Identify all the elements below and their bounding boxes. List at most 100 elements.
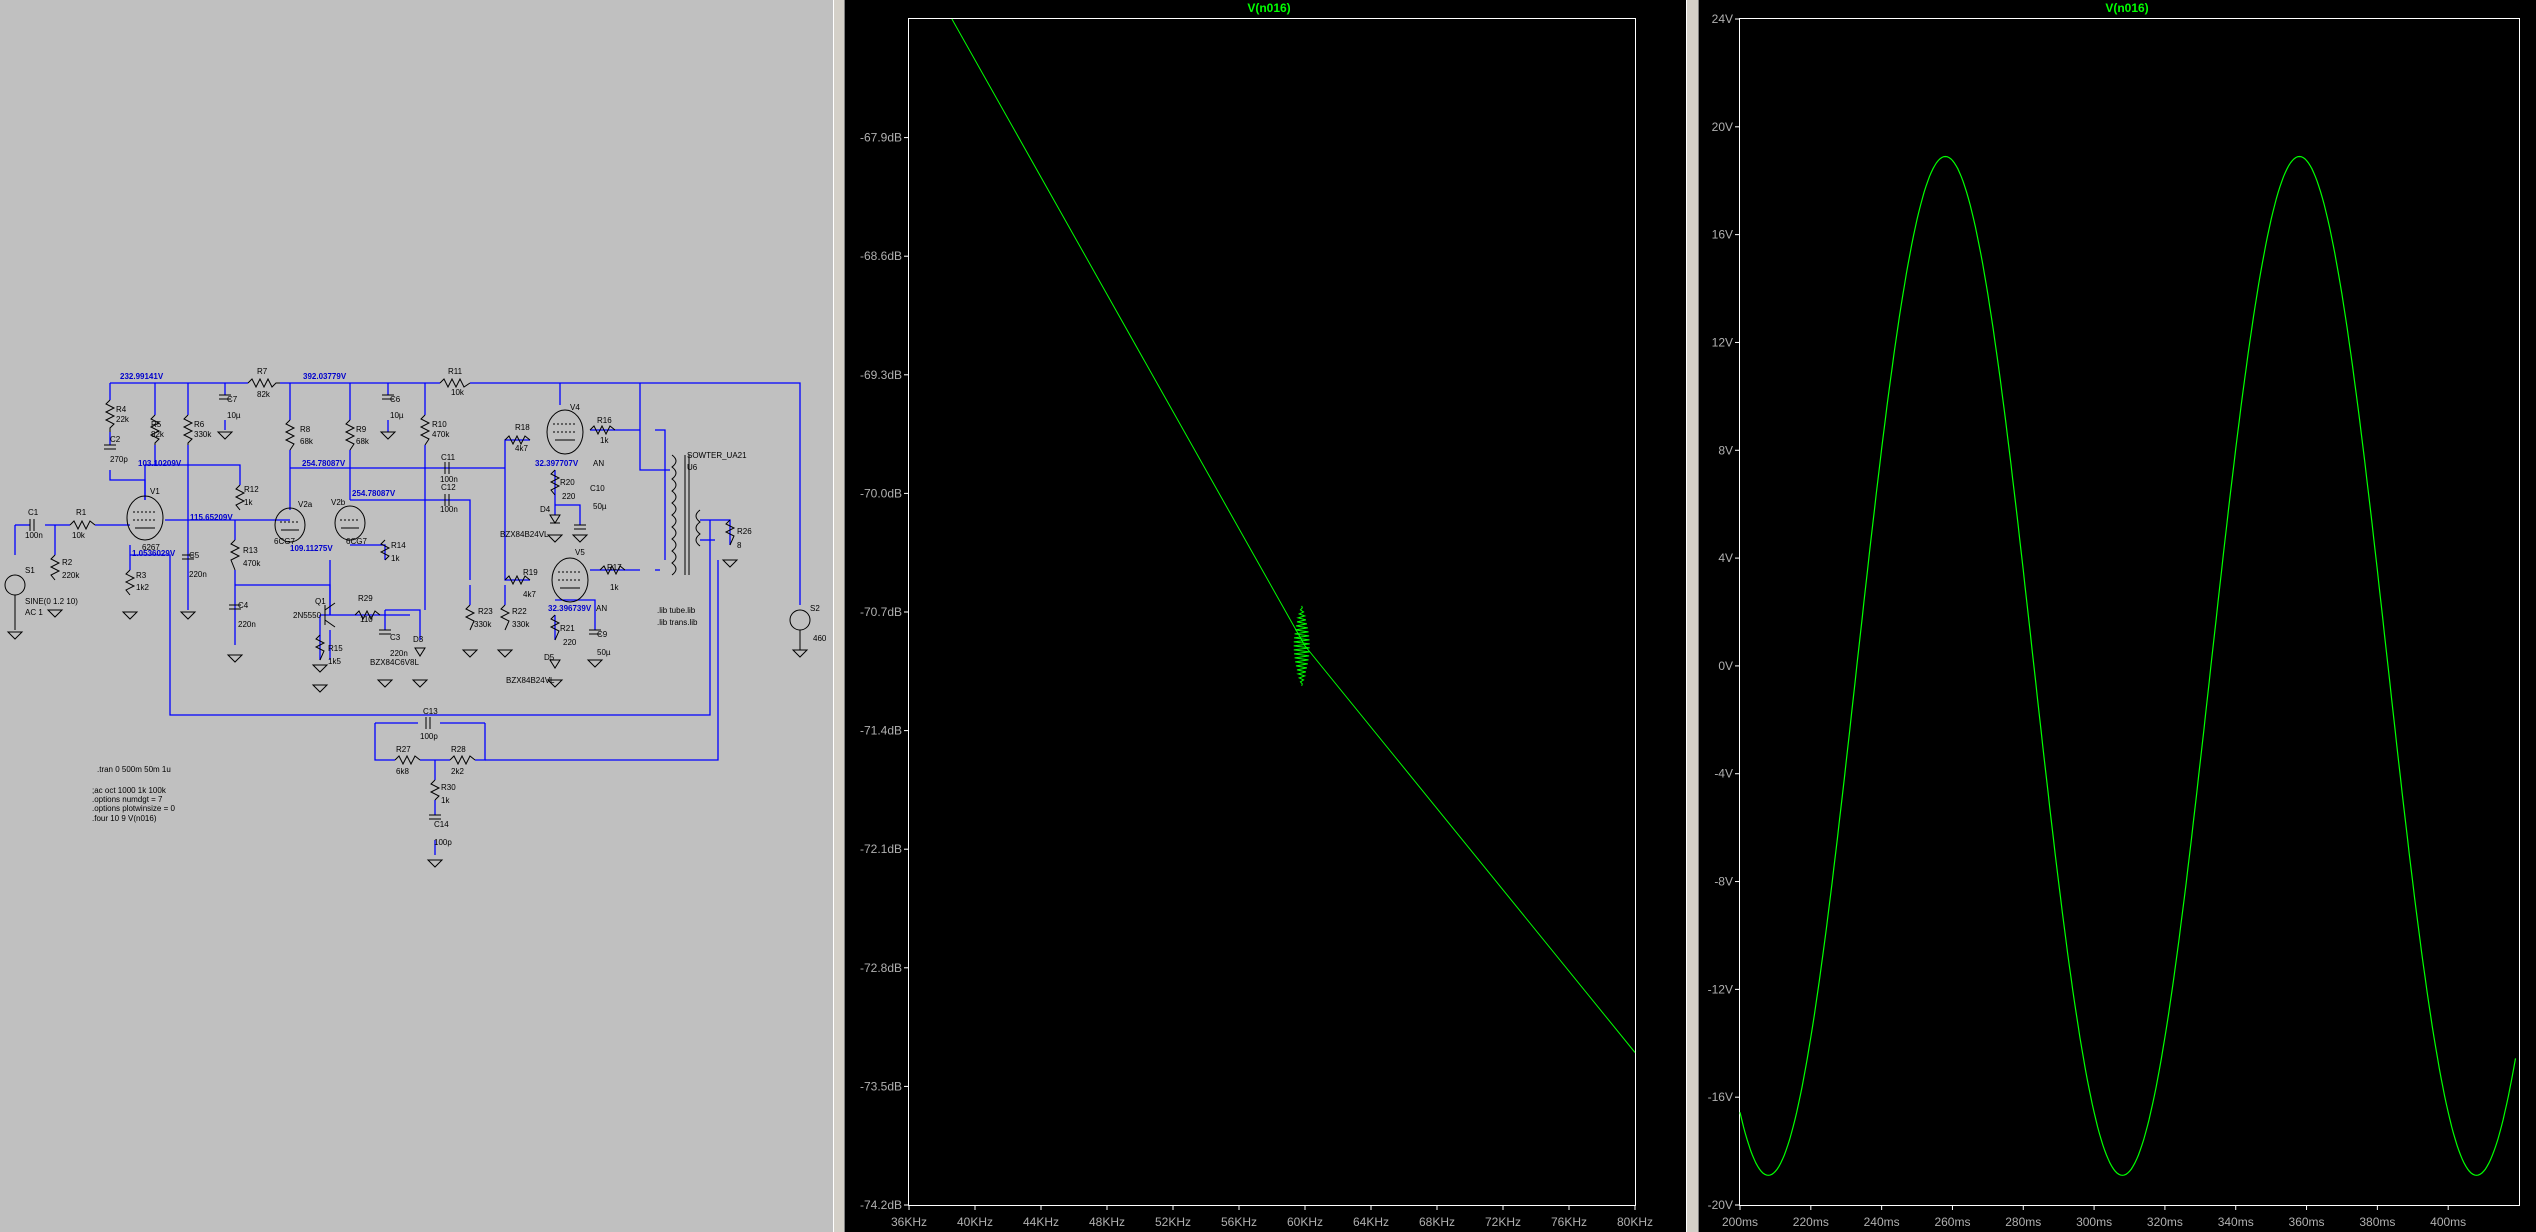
svg-text:82k: 82k (151, 430, 165, 439)
svg-text:R15: R15 (328, 644, 343, 653)
x-tick-label: 340ms (2218, 1215, 2254, 1229)
y-axis-ticks: -67.9dB -68.6dB -69.3dB -70.0dB -70.7dB -71.4… (860, 131, 909, 1212)
svg-text:V4: V4 (570, 403, 580, 412)
svg-text:R21: R21 (560, 624, 575, 633)
svg-text:470k: 470k (432, 430, 450, 439)
svg-text:C11: C11 (441, 453, 456, 462)
device-labels: V1 6267 V2a 6CG7 V2b 6CG7 V4 V5 AN AN Q1… (25, 403, 827, 685)
svg-text:S2: S2 (810, 604, 820, 613)
svg-text:C5: C5 (189, 551, 200, 560)
svg-text:R11: R11 (448, 367, 463, 376)
svg-text:R2: R2 (62, 558, 73, 567)
tran-plot-canvas[interactable]: V(n016) 24V 20V 16V 12V 8V 4V 0V -4V -8V -12V -16V… (1699, 0, 2536, 1232)
plot-title[interactable]: V(n016) (2105, 1, 2148, 15)
tran-plot-pane[interactable]: V(n016) 24V 20V 16V 12V 8V 4V 0V -4V -8V -12V -16V… (1699, 0, 2536, 1232)
spice-directives[interactable]: .tran 0 500m 50m 1u ;ac oct 1000 1k 100k… (92, 765, 175, 823)
y-tick-label: 24V (1712, 12, 1733, 26)
y-tick-label: -71.4dB (860, 724, 902, 738)
svg-text:100p: 100p (420, 732, 438, 741)
x-tick-label: 240ms (1864, 1215, 1900, 1229)
x-tick-label: 36KHz (891, 1215, 927, 1229)
x-tick-label: 72KHz (1485, 1215, 1521, 1229)
svg-text:6k8: 6k8 (396, 767, 409, 776)
x-axis-ticks: 200ms 220ms 240ms 260ms 280ms 300ms 320ms 340ms… (1722, 1205, 2466, 1229)
svg-text:10µ: 10µ (390, 411, 404, 420)
y-tick-label: 8V (1718, 443, 1733, 457)
directive-line: .four 10 9 V(n016) (92, 814, 157, 823)
node-voltage: 232.99141V (120, 372, 164, 381)
svg-text:BZX84B24VL: BZX84B24VL (506, 676, 555, 685)
pane-splitter[interactable] (833, 0, 845, 1232)
svg-text:10k: 10k (72, 531, 86, 540)
schematic-resistors (49, 377, 736, 801)
svg-text:22k: 22k (116, 415, 130, 424)
svg-text:1k: 1k (244, 498, 253, 507)
svg-text:4k7: 4k7 (523, 590, 536, 599)
y-tick-label: -74.2dB (860, 1198, 902, 1212)
transformer-symbol (671, 454, 701, 576)
plot-frame (1739, 18, 2520, 1206)
y-tick-label: 20V (1712, 120, 1733, 134)
y-tick-label: -72.1dB (860, 842, 902, 856)
svg-text:R14: R14 (391, 541, 406, 550)
svg-text:BZX84C6V8L: BZX84C6V8L (370, 658, 419, 667)
svg-text:R28: R28 (451, 745, 466, 754)
svg-text:R10: R10 (432, 420, 447, 429)
trace-spike (1293, 605, 1310, 687)
svg-text:C12: C12 (441, 483, 456, 492)
svg-text:R7: R7 (257, 367, 268, 376)
svg-text:C4: C4 (238, 601, 249, 610)
x-tick-label: 220ms (1793, 1215, 1829, 1229)
svg-text:V5: V5 (575, 548, 585, 557)
y-tick-label: -20V (1708, 1198, 1733, 1212)
svg-text:1k5: 1k5 (328, 657, 341, 666)
svg-text:220: 220 (562, 492, 576, 501)
trace-v-n016[interactable] (951, 18, 1636, 1053)
y-axis-ticks: 24V 20V 16V 12V 8V 4V 0V -4V -8V -12V -16V -20V (1708, 12, 1740, 1212)
x-tick-label: 52KHz (1155, 1215, 1191, 1229)
svg-text:C13: C13 (423, 707, 438, 716)
directive-line: ;ac oct 1000 1k 100k (92, 786, 167, 795)
x-tick-label: 40KHz (957, 1215, 993, 1229)
y-tick-label: -68.6dB (860, 249, 902, 263)
x-tick-label: 300ms (2076, 1215, 2112, 1229)
x-tick-label: 60KHz (1287, 1215, 1323, 1229)
svg-text:68k: 68k (300, 437, 314, 446)
x-tick-label: 280ms (2005, 1215, 2041, 1229)
svg-text:8: 8 (737, 541, 742, 550)
pane-splitter[interactable] (1686, 0, 1699, 1232)
node-voltage: 109.11275V (290, 544, 333, 553)
node-voltage: 32.397707V (535, 459, 579, 468)
svg-text:R5: R5 (151, 420, 162, 429)
svg-text:10µ: 10µ (227, 411, 241, 420)
svg-text:100n: 100n (25, 531, 43, 540)
y-tick-label: -73.5dB (860, 1079, 902, 1093)
svg-text:270p: 270p (110, 455, 128, 464)
svg-text:R26: R26 (737, 527, 752, 536)
y-tick-label: 12V (1712, 335, 1733, 349)
node-voltage: 254.78087V (302, 459, 346, 468)
plot-title[interactable]: V(n016) (1247, 1, 1290, 15)
svg-text:D4: D4 (540, 505, 551, 514)
x-tick-label: 320ms (2147, 1215, 2183, 1229)
trace-v-n016[interactable] (1739, 155, 2517, 1176)
svg-text:D5: D5 (544, 653, 555, 662)
schematic-canvas[interactable]: 232.99141V 392.03779V 103.10209V 115.652… (0, 0, 833, 1232)
x-tick-label: 64KHz (1353, 1215, 1389, 1229)
y-tick-label: -4V (1714, 767, 1733, 781)
svg-text:6267: 6267 (142, 543, 160, 552)
ac-plot-pane[interactable]: V(n016) -67.9dB -68.6dB -69.3dB -70.0dB -70.… (845, 0, 1686, 1232)
svg-text:C9: C9 (597, 630, 608, 639)
y-tick-label: 16V (1712, 228, 1733, 242)
svg-text:C6: C6 (390, 395, 401, 404)
schematic-pane[interactable]: 232.99141V 392.03779V 103.10209V 115.652… (0, 0, 833, 1232)
svg-text:1k: 1k (610, 583, 619, 592)
svg-text:100p: 100p (434, 838, 452, 847)
svg-text:2N5550: 2N5550 (293, 611, 322, 620)
svg-text:2k2: 2k2 (451, 767, 464, 776)
svg-text:R13: R13 (243, 546, 258, 555)
svg-text:R3: R3 (136, 571, 147, 580)
ac-plot-canvas[interactable]: V(n016) -67.9dB -68.6dB -69.3dB -70.0dB -70.… (845, 0, 1686, 1232)
svg-text:V2b: V2b (331, 498, 346, 507)
lib-directive: .lib tube.lib (657, 606, 696, 615)
